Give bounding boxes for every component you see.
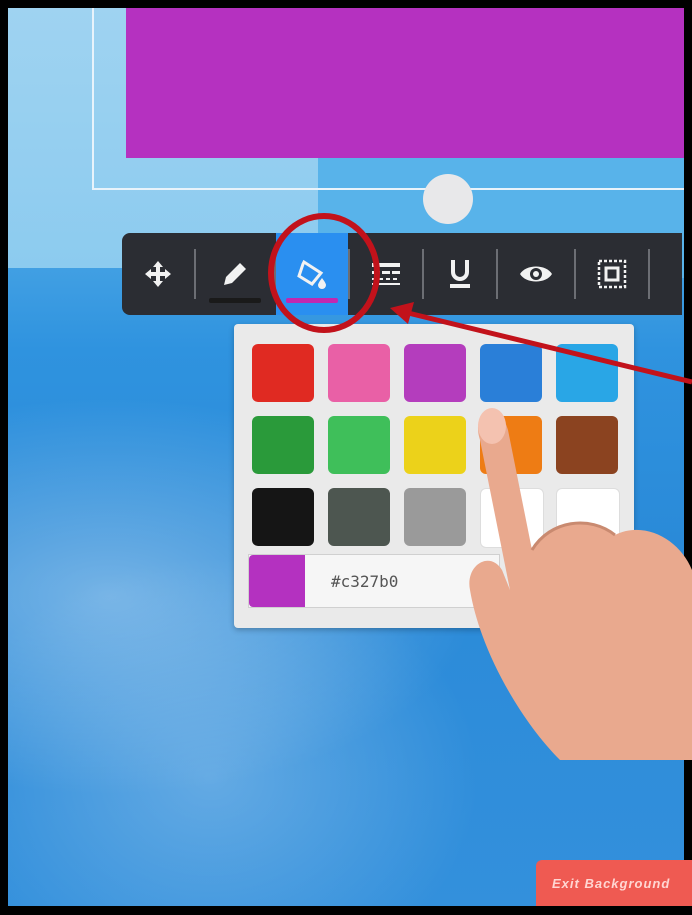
border-tool-button[interactable]: [576, 233, 648, 315]
color-swatch[interactable]: [556, 416, 618, 474]
fill-color-indicator: [286, 298, 338, 303]
selected-shape[interactable]: [126, 8, 684, 158]
color-swatch[interactable]: [480, 344, 542, 402]
shape-toolbar: [122, 233, 682, 315]
hex-color-input[interactable]: [329, 570, 483, 592]
color-swatch[interactable]: [328, 416, 390, 474]
pen-tool-button[interactable]: [196, 233, 274, 315]
toolbar-divider: [648, 249, 650, 299]
color-swatch[interactable]: [252, 416, 314, 474]
color-swatch[interactable]: [480, 416, 542, 474]
color-swatch[interactable]: [404, 488, 466, 546]
color-swatch[interactable]: [252, 488, 314, 546]
eye-icon: [520, 266, 552, 282]
color-swatch[interactable]: [480, 488, 544, 548]
color-swatch[interactable]: [404, 344, 466, 402]
hex-color-row: [248, 554, 500, 608]
color-swatch[interactable]: [328, 344, 390, 402]
underline-icon: [450, 260, 470, 288]
underline-tool-button[interactable]: [424, 233, 496, 315]
pencil-icon: [224, 263, 246, 285]
color-swatch[interactable]: [556, 488, 620, 548]
exit-background-button[interactable]: Exit Background: [536, 860, 692, 906]
visibility-tool-button[interactable]: [498, 233, 574, 315]
line-style-icon: [372, 263, 400, 285]
color-swatch[interactable]: [328, 488, 390, 546]
color-picker-panel: [234, 324, 634, 628]
border-icon: [597, 259, 627, 289]
pen-color-indicator: [209, 298, 261, 303]
move-arrows-icon: [145, 261, 171, 287]
color-swatch[interactable]: [556, 344, 618, 402]
rotate-handle[interactable]: [423, 174, 473, 224]
fill-tool-button[interactable]: [276, 233, 348, 315]
current-color-preview: [249, 555, 305, 607]
paint-bucket-icon: [297, 259, 326, 289]
move-tool-button[interactable]: [122, 233, 194, 315]
color-swatch[interactable]: [252, 344, 314, 402]
color-swatch[interactable]: [404, 416, 466, 474]
line-style-tool-button[interactable]: [350, 233, 422, 315]
